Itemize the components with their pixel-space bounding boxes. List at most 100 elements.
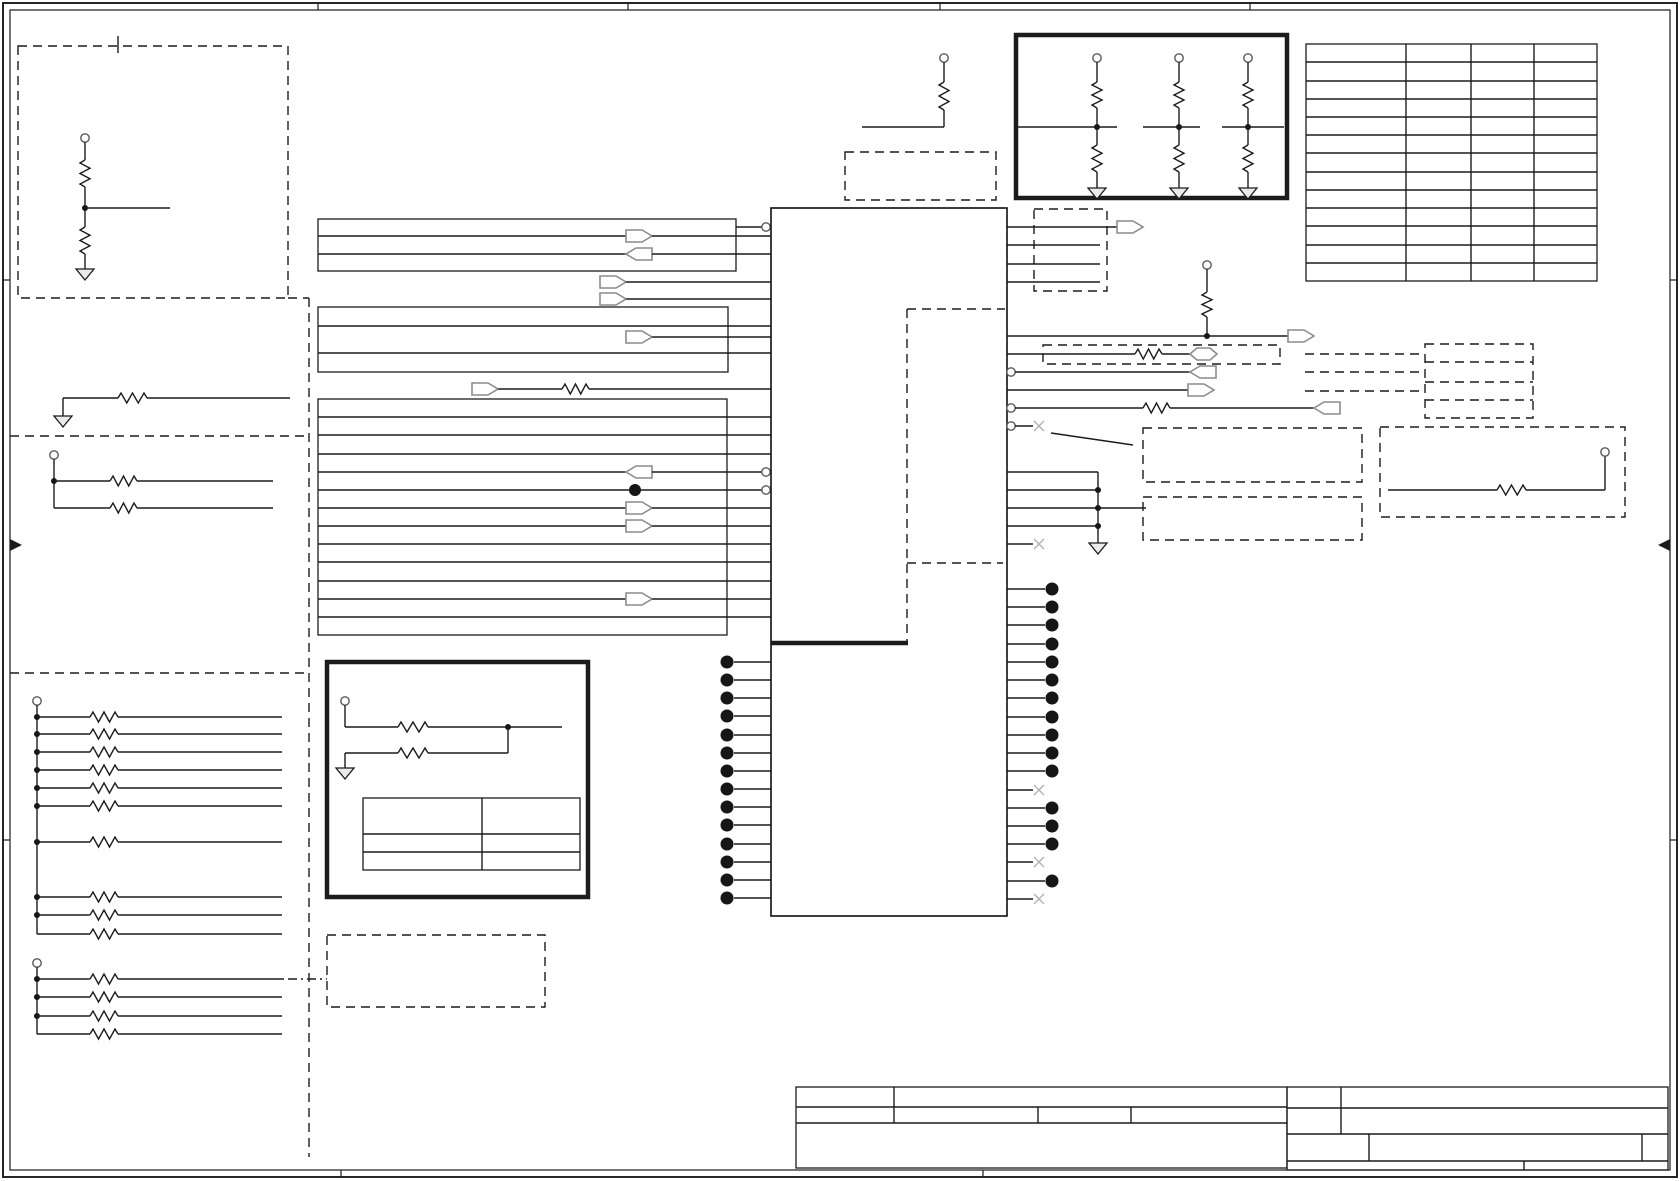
ic-lower-left-pins bbox=[720, 655, 771, 905]
junction-dot bbox=[1045, 600, 1059, 614]
junction-dot bbox=[720, 855, 734, 869]
top-left-voltage-divider bbox=[74, 133, 170, 282]
dashed-region-outline bbox=[1142, 427, 1363, 483]
no-connect-x-icon bbox=[1033, 893, 1045, 905]
resistor-symbol bbox=[89, 835, 119, 849]
junction-dot bbox=[720, 728, 734, 742]
resistor-symbol bbox=[561, 382, 590, 396]
net-flag-bidir-icon bbox=[1188, 347, 1219, 361]
no-connect-x-icon bbox=[1033, 856, 1045, 868]
net-flag-left-icon bbox=[1188, 365, 1217, 379]
terminal-circle-icon bbox=[1202, 260, 1212, 270]
resistor-symbol bbox=[89, 1027, 119, 1041]
resistor-symbol bbox=[89, 908, 119, 922]
terminal-circle-icon bbox=[1006, 403, 1016, 413]
ground-symbol-icon bbox=[52, 415, 74, 429]
junction-dot bbox=[720, 891, 734, 905]
resistor-symbol bbox=[89, 1009, 119, 1023]
junction-dot bbox=[629, 484, 641, 496]
junction-dot bbox=[720, 764, 734, 778]
resistor-symbol bbox=[1200, 291, 1214, 318]
net-flag-right-icon bbox=[599, 292, 628, 306]
table-outline bbox=[795, 1086, 1288, 1169]
dashed-region-outline bbox=[1424, 343, 1534, 419]
no-connect-x-icon bbox=[1033, 420, 1045, 432]
ic-lower-right-pins bbox=[1007, 582, 1059, 905]
resistor-symbol bbox=[109, 501, 138, 515]
resistor-symbol bbox=[1241, 144, 1255, 173]
ground-symbol-icon bbox=[74, 268, 96, 282]
dashed-region-outline bbox=[1142, 496, 1363, 541]
terminal-circle-icon bbox=[939, 53, 949, 63]
resistor-symbol bbox=[89, 727, 119, 741]
table-outline bbox=[1286, 1086, 1669, 1171]
top-free-resistor bbox=[862, 53, 951, 128]
no-connect-x-icon bbox=[1033, 538, 1045, 550]
junction-dot bbox=[720, 873, 734, 887]
resistor-array-2 bbox=[32, 934, 546, 1041]
resistor-symbol bbox=[89, 927, 119, 941]
net-flag-right-icon bbox=[625, 592, 654, 606]
resistor-symbol bbox=[89, 990, 119, 1004]
resistor-symbol bbox=[1142, 401, 1171, 415]
junction-dot bbox=[1204, 333, 1210, 339]
ic-upper-right-pins bbox=[1006, 208, 1363, 556]
junction-dot bbox=[1045, 673, 1059, 687]
junction-dot bbox=[1045, 637, 1059, 651]
dashed-region-outline bbox=[1033, 208, 1108, 292]
ground-symbol-icon bbox=[1087, 542, 1109, 556]
resistor-symbol bbox=[89, 763, 119, 777]
terminal-circle-icon bbox=[340, 696, 350, 706]
pin-group-box-b bbox=[317, 306, 771, 373]
terminal-circle-icon bbox=[1600, 447, 1610, 457]
pin-group-outline bbox=[317, 306, 729, 373]
resistor-symbol bbox=[1172, 81, 1186, 109]
junction-dot bbox=[720, 746, 734, 760]
center-arrow-icon bbox=[1658, 539, 1670, 551]
title-block bbox=[795, 1086, 1669, 1171]
resistor-symbol bbox=[397, 720, 429, 734]
net-flag-left-icon bbox=[624, 465, 653, 479]
sheet-frame bbox=[2, 2, 1678, 1178]
resistor-symbol bbox=[89, 972, 119, 986]
resistor-array-1 bbox=[32, 696, 282, 941]
resistor-symbol bbox=[117, 391, 148, 405]
resistor-symbol bbox=[1172, 144, 1186, 173]
net-flag-right-icon bbox=[1116, 220, 1145, 234]
left-grounded-resistor-net bbox=[52, 391, 290, 429]
pin-group-box-c bbox=[317, 398, 771, 636]
terminal-circle-icon bbox=[761, 485, 771, 495]
loose-flag-wires bbox=[599, 275, 771, 306]
net-flag-right-icon bbox=[1287, 329, 1316, 343]
net-flag-right-icon bbox=[599, 275, 628, 289]
terminal-circle-icon bbox=[1006, 421, 1016, 431]
terminal-circle-icon bbox=[1174, 53, 1184, 63]
junction-dot bbox=[1045, 582, 1059, 596]
junction-dot bbox=[720, 691, 734, 705]
terminal-circle-icon bbox=[80, 133, 90, 143]
schematic-page bbox=[0, 0, 1680, 1181]
frame-outer bbox=[2, 2, 1678, 1178]
junction-dot bbox=[1045, 746, 1059, 760]
terminal-circle-icon bbox=[32, 958, 42, 968]
pin-group-outline bbox=[317, 218, 737, 272]
dashed-region-outline bbox=[844, 151, 997, 201]
net-flag-right-icon bbox=[625, 519, 654, 533]
junction-dot bbox=[720, 800, 734, 814]
bold-callout-box-lower bbox=[324, 659, 591, 900]
junction-dot bbox=[720, 818, 734, 832]
net-flag-left-icon bbox=[624, 247, 653, 261]
resistor-symbol bbox=[89, 890, 119, 904]
resistor-symbol bbox=[89, 781, 119, 795]
terminal-circle-icon bbox=[1243, 53, 1253, 63]
dashed-box-above-ic bbox=[844, 151, 997, 201]
junction-dot bbox=[1045, 764, 1059, 778]
resistor-symbol bbox=[397, 746, 429, 760]
resistor-symbol bbox=[89, 745, 119, 759]
terminal-circle-icon bbox=[49, 450, 59, 460]
junction-dot bbox=[720, 655, 734, 669]
series-resistor-pin-wire bbox=[471, 382, 771, 396]
junction-dot bbox=[1045, 691, 1059, 705]
leader-line bbox=[1050, 432, 1134, 446]
pin-group-box-a bbox=[317, 218, 771, 272]
